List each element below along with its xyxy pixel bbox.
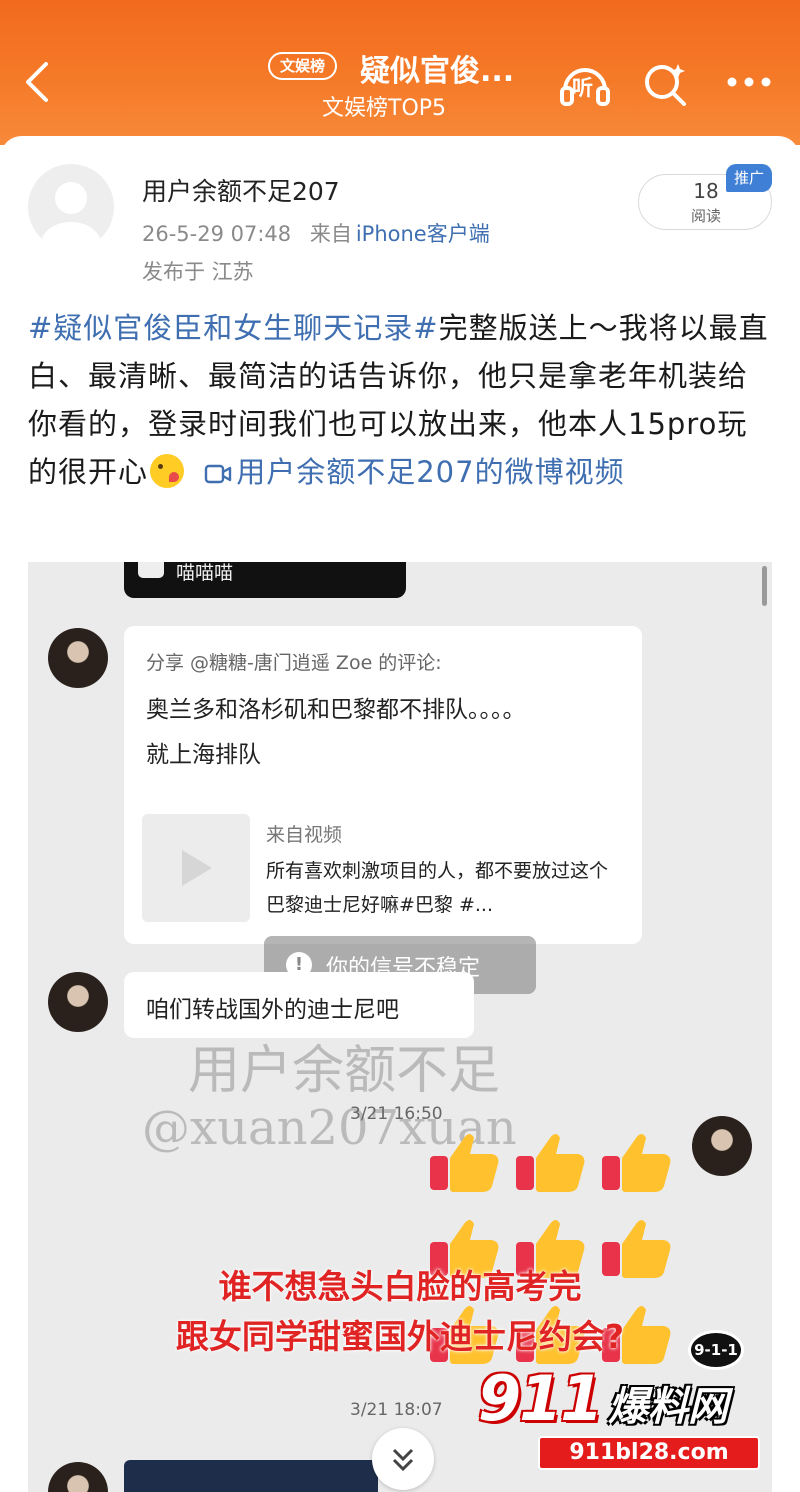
header-title-group[interactable]: 文娱榜 疑似官俊... 文娱榜TOP5 bbox=[268, 46, 538, 126]
share-header: 分享 @糖糖-唐门逍遥 Zoe 的评论: bbox=[146, 652, 442, 674]
chat-avatar bbox=[48, 972, 108, 1032]
user-avatar[interactable] bbox=[28, 164, 114, 250]
chat-card-dark bbox=[124, 1460, 378, 1492]
brand-badge: 9-1-1 bbox=[688, 1330, 744, 1370]
watermark-name: 用户余额不足 bbox=[188, 1041, 501, 1101]
post-meta: 26-5-29 07:48 来自 iPhone客户端 bbox=[142, 218, 490, 248]
double-chevron-down-icon bbox=[392, 1448, 414, 1472]
page-title: 疑似官俊... bbox=[360, 54, 515, 89]
category-tag: 文娱榜 bbox=[268, 52, 338, 80]
cat-face-icon bbox=[138, 562, 164, 578]
chat-avatar bbox=[692, 1116, 752, 1176]
post-content: #疑似官俊臣和女生聊天记录#完整版送上～我将以最直白、最清晰、最简洁的话告诉你，… bbox=[28, 304, 772, 496]
post-location: 发布于 江苏 bbox=[142, 260, 254, 284]
post-username[interactable]: 用户余额不足207 bbox=[142, 172, 340, 208]
default-avatar-icon bbox=[41, 182, 101, 250]
brand-name: 爆料网 bbox=[608, 1384, 728, 1430]
chat-avatar bbox=[48, 628, 108, 688]
more-options-button[interactable] bbox=[722, 56, 778, 112]
read-label: 阅读 bbox=[690, 207, 721, 225]
video-link[interactable]: 用户余额不足207的微博视频 bbox=[236, 455, 624, 489]
play-icon bbox=[182, 850, 212, 886]
from-video-label: 来自视频 bbox=[266, 824, 343, 846]
thumbs-up-emoji-icon bbox=[516, 1134, 585, 1192]
shared-comment-bubble: 分享 @糖糖-唐门逍遥 Zoe 的评论: 奥兰多和洛杉矶和巴黎都不排队。。。。就… bbox=[124, 626, 642, 944]
brand-main: 911 bbox=[478, 1362, 603, 1435]
chat-timestamp: 3/21 16:50 bbox=[350, 1104, 443, 1124]
message-text: 咱们转战国外的迪士尼吧 bbox=[146, 997, 399, 1023]
image-scrollbar bbox=[762, 566, 767, 606]
thumbs-up-emoji-icon bbox=[430, 1134, 499, 1192]
promotion-badge[interactable]: 推广 bbox=[726, 164, 772, 192]
post-card: 用户余额不足207 26-5-29 07:48 来自 iPhone客户端 发布于 … bbox=[0, 136, 800, 1492]
video-description: 所有喜欢刺激项目的人，都不要放过这个巴黎迪士尼好嘛#巴黎 #... bbox=[266, 860, 609, 916]
search-button[interactable] bbox=[638, 56, 694, 112]
expand-image-button[interactable] bbox=[372, 1428, 434, 1490]
post-timestamp: 26-5-29 07:48 bbox=[142, 222, 292, 246]
top-navigation-bar: 文娱榜 疑似官俊... 文娱榜TOP5 听 bbox=[0, 0, 800, 145]
thumbs-up-emoji-icon bbox=[602, 1134, 671, 1192]
chat-top-bar-label: 喵喵喵 bbox=[176, 562, 234, 584]
from-prefix: 来自 bbox=[309, 222, 352, 246]
hashtag-link[interactable]: #疑似官俊臣和女生聊天记录# bbox=[28, 311, 439, 345]
more-dots-icon bbox=[727, 77, 771, 87]
chat-avatar bbox=[48, 1462, 108, 1492]
chat-timestamp: 3/21 18:07 bbox=[350, 1400, 443, 1420]
listen-label: 听 bbox=[572, 76, 593, 100]
search-icon bbox=[645, 64, 686, 106]
share-comment-text: 奥兰多和洛杉矶和巴黎都不排队。。。。就上海排队 bbox=[146, 697, 526, 768]
video-thumbnail bbox=[142, 814, 250, 922]
brand-logo: 9-1-1 911 爆料网 911bl28.com bbox=[458, 1326, 790, 1476]
chat-top-bar: 喵喵喵 bbox=[124, 562, 406, 598]
listen-button[interactable]: 听 bbox=[557, 56, 613, 112]
brand-url: 911bl28.com bbox=[538, 1436, 760, 1470]
ranking-subtitle: 文娱榜TOP5 bbox=[322, 96, 447, 121]
video-camera-icon bbox=[205, 464, 232, 484]
client-link[interactable]: iPhone客户端 bbox=[356, 222, 490, 246]
shared-video-card: 来自视频 所有喜欢刺激项目的人，都不要放过这个巴黎迪士尼好嘛#巴黎 #... bbox=[142, 814, 634, 924]
chevron-left-icon bbox=[26, 62, 48, 102]
tongue-wink-emoji-icon bbox=[150, 454, 185, 488]
caption-line-1: 谁不想急头白脸的高考完 bbox=[218, 1267, 582, 1306]
back-button[interactable] bbox=[18, 58, 58, 106]
